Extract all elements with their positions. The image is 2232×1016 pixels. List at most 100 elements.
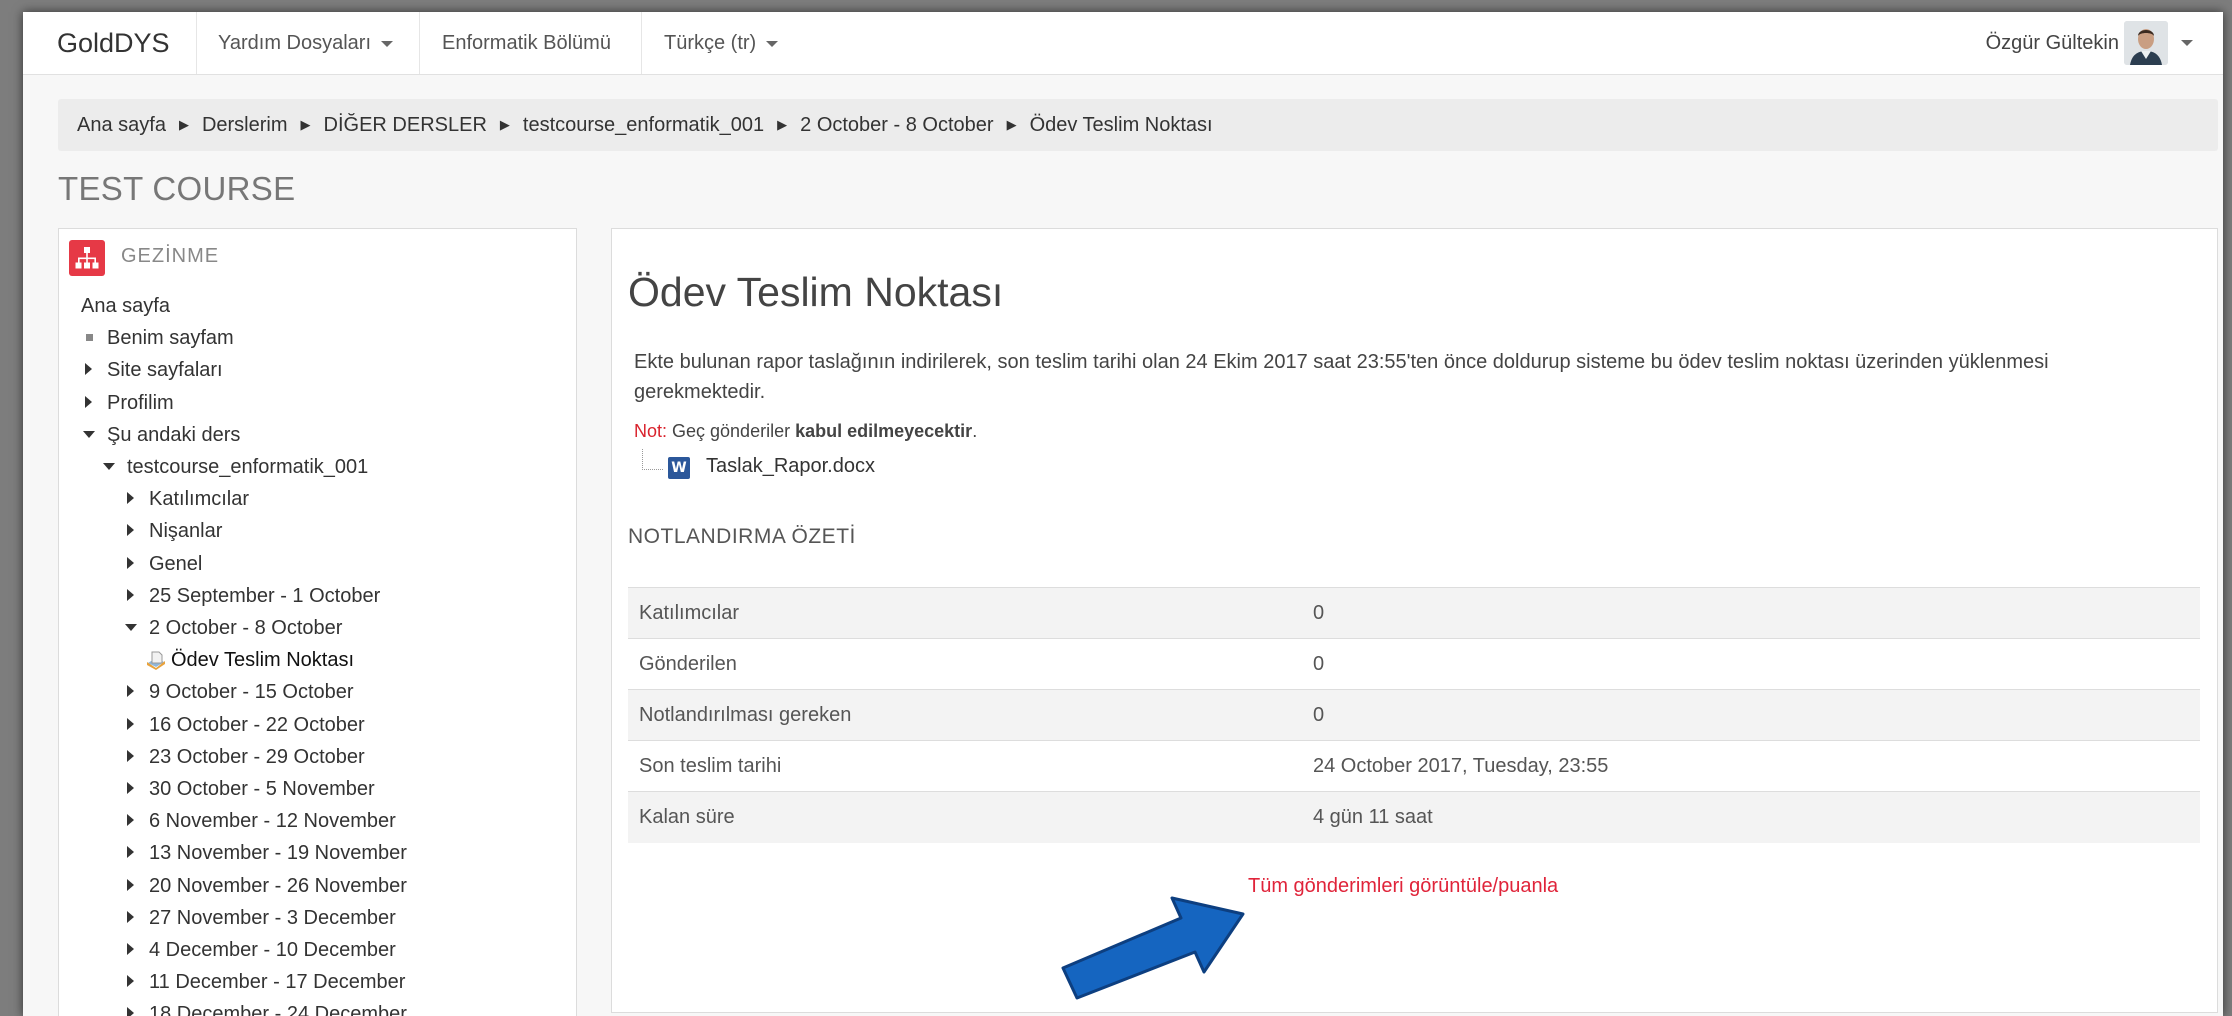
- nav-tree-item[interactable]: 27 November - 3 December: [59, 905, 559, 935]
- expand-arrow-icon[interactable]: [85, 363, 92, 376]
- nav-tree-item-label: 25 September - 1 October: [149, 584, 381, 607]
- nav-tree-item-label: 13 November - 19 November: [149, 842, 407, 865]
- breadcrumb-separator-icon: ▶: [1006, 117, 1017, 132]
- nav-tree-item[interactable]: 13 November - 19 November: [59, 840, 559, 870]
- collapse-arrow-icon[interactable]: [125, 624, 137, 631]
- nav-tree-item-label: 30 October - 5 November: [149, 778, 375, 800]
- nav-tree-item[interactable]: 25 September - 1 October: [59, 583, 559, 613]
- expand-arrow-icon[interactable]: [127, 814, 134, 827]
- expand-arrow-icon[interactable]: [127, 685, 134, 698]
- nav-tree-item[interactable]: 16 October - 22 October: [59, 712, 559, 742]
- expand-arrow-icon[interactable]: [127, 556, 134, 569]
- expand-arrow-icon[interactable]: [127, 588, 134, 601]
- user-name[interactable]: Özgür Gültekin: [1986, 12, 2119, 74]
- breadcrumb-my-courses[interactable]: Derslerim: [202, 114, 288, 136]
- breadcrumb-separator-icon: ▶: [777, 117, 788, 132]
- nav-tree-item[interactable]: Site sayfaları: [59, 357, 559, 387]
- expand-arrow-icon[interactable]: [85, 395, 92, 408]
- nav-tree-item-label: Profilim: [107, 391, 174, 414]
- nav-tree-item[interactable]: Benim sayfam: [59, 325, 559, 355]
- nav-tree-item[interactable]: 2 October - 8 October: [59, 615, 559, 645]
- nav-tree-item[interactable]: 6 November - 12 November: [59, 808, 559, 838]
- nav-tree-item[interactable]: 18 December - 24 December: [59, 1001, 559, 1016]
- chevron-down-icon: [766, 40, 779, 47]
- collapse-arrow-icon[interactable]: [103, 463, 115, 470]
- help-files-label: Yardım Dosyaları: [218, 32, 372, 54]
- nav-tree-item-label: Nişanlar: [149, 520, 223, 543]
- site-brand-link[interactable]: GoldDYS: [23, 12, 197, 74]
- nav-tree-item[interactable]: 4 December - 10 December: [59, 937, 559, 967]
- expand-arrow-icon[interactable]: [127, 524, 134, 537]
- table-row: Son teslim tarihi 24 October 2017, Tuesda…: [628, 740, 2200, 792]
- expand-arrow-icon[interactable]: [127, 782, 134, 794]
- nav-tree-item-label: Genel: [149, 552, 203, 575]
- informatics-dept-link[interactable]: Enformatik Bölümü: [420, 12, 642, 74]
- user-menu-chevron-icon[interactable]: [2181, 40, 2193, 46]
- nav-tree-item[interactable]: Genel: [59, 551, 559, 581]
- expand-arrow-icon[interactable]: [127, 749, 134, 762]
- file-link[interactable]: Taslak_Rapor.docx: [706, 455, 875, 478]
- nav-tree-item-label: Katılımcılar: [149, 488, 250, 511]
- nav-tree-item[interactable]: Ödev Teslim Noktası: [59, 647, 559, 677]
- note-emphasis: kabul edilmeyecektir: [795, 421, 973, 441]
- nav-tree-item[interactable]: Nişanlar: [59, 518, 559, 548]
- expand-arrow-icon[interactable]: [127, 878, 134, 891]
- nav-tree-item[interactable]: 11 December - 17 December: [59, 969, 559, 999]
- help-files-menu[interactable]: Yardım Dosyaları: [196, 12, 420, 74]
- nav-tree-item[interactable]: Profilim: [59, 390, 559, 420]
- sitemap-icon: [69, 240, 105, 276]
- expand-arrow-icon[interactable]: [127, 1007, 134, 1016]
- avatar[interactable]: [2124, 21, 2168, 65]
- row-label: Katılımcılar: [628, 587, 1302, 639]
- expand-arrow-icon[interactable]: [127, 975, 134, 988]
- row-value: 24 October 2017, Tuesday, 23:55: [1302, 740, 2200, 792]
- nav-tree-item[interactable]: 30 October - 5 November: [59, 776, 559, 806]
- nav-tree-item-label: 20 November - 26 November: [149, 874, 407, 897]
- nav-tree-item-label: 16 October - 22 October: [149, 713, 365, 736]
- nav-tree-item[interactable]: Şu andaki ders: [59, 422, 559, 452]
- row-label: Notlandırılması gereken: [628, 689, 1302, 741]
- nav-tree-item-label: Ödev Teslim Noktası: [171, 649, 355, 672]
- expand-arrow-icon[interactable]: [127, 717, 134, 730]
- note-text: Geç gönderiler: [667, 421, 796, 441]
- nav-tree-item-label: Site sayfaları: [107, 359, 223, 382]
- informatics-dept-label: Enformatik Bölümü: [442, 32, 611, 54]
- assignment-title: Ödev Teslim Noktası: [628, 269, 1004, 315]
- expand-arrow-icon[interactable]: [127, 943, 134, 955]
- nav-tree-item[interactable]: testcourse_enformatik_001: [59, 454, 559, 484]
- expand-arrow-icon[interactable]: [127, 910, 134, 923]
- breadcrumb-category[interactable]: DİĞER DERSLER: [324, 114, 487, 136]
- assignment-icon: [147, 651, 165, 671]
- breadcrumb: Ana sayfa ▶ Derslerim ▶ DİĞER DERSLER ▶ testco…: [58, 99, 2218, 151]
- nav-tree-item[interactable]: Katılımcılar: [59, 486, 559, 516]
- language-menu[interactable]: Türkçe ‎(tr)‎: [642, 12, 788, 74]
- row-value: 0: [1302, 689, 2200, 741]
- breadcrumb-separator-icon: ▶: [499, 117, 510, 132]
- nav-tree-item-label: 4 December - 10 December: [149, 939, 396, 961]
- nav-tree-item[interactable]: 23 October - 29 October: [59, 744, 559, 774]
- nav-tree-item[interactable]: 20 November - 26 November: [59, 873, 559, 903]
- nav-tree-item-label: 2 October - 8 October: [149, 617, 343, 639]
- breadcrumb-home[interactable]: Ana sayfa: [77, 114, 166, 136]
- table-row: Katılımcılar 0: [628, 587, 2200, 639]
- nav-tree-item[interactable]: Ana sayfa: [59, 293, 559, 323]
- note-end: .: [972, 421, 978, 441]
- nav-tree-item-label: Benim sayfam: [107, 327, 234, 350]
- breadcrumb-course[interactable]: testcourse_enformatik_001: [523, 114, 764, 136]
- main-content: Ödev Teslim Noktası Ekte bulunan rapor t…: [611, 228, 2218, 1013]
- annotation-arrow-icon: [1061, 896, 1245, 1000]
- nav-tree-item-label: 27 November - 3 December: [149, 906, 396, 929]
- expand-arrow-icon[interactable]: [127, 846, 134, 859]
- breadcrumb-current[interactable]: Ödev Teslim Noktası: [1030, 114, 1213, 136]
- expand-arrow-icon[interactable]: [127, 492, 134, 505]
- top-navbar: GoldDYS Yardım Dosyaları Enformatik Bölü…: [23, 12, 2223, 75]
- table-row: Notlandırılması gereken 0: [628, 689, 2200, 741]
- view-all-submissions-link[interactable]: Tüm gönderimleri görüntüle/puanla: [1248, 875, 1558, 898]
- breadcrumb-separator-icon: ▶: [178, 117, 189, 132]
- breadcrumb-section[interactable]: 2 October - 8 October: [800, 114, 993, 136]
- nav-tree-item[interactable]: 9 October - 15 October: [59, 679, 559, 709]
- grading-summary-heading: NOTLANDIRMA ÖZETİ: [628, 525, 856, 548]
- collapse-arrow-icon[interactable]: [83, 430, 95, 438]
- nav-tree-item-label: Ana sayfa: [81, 295, 170, 317]
- nav-tree-item-label: 6 November - 12 November: [149, 810, 396, 833]
